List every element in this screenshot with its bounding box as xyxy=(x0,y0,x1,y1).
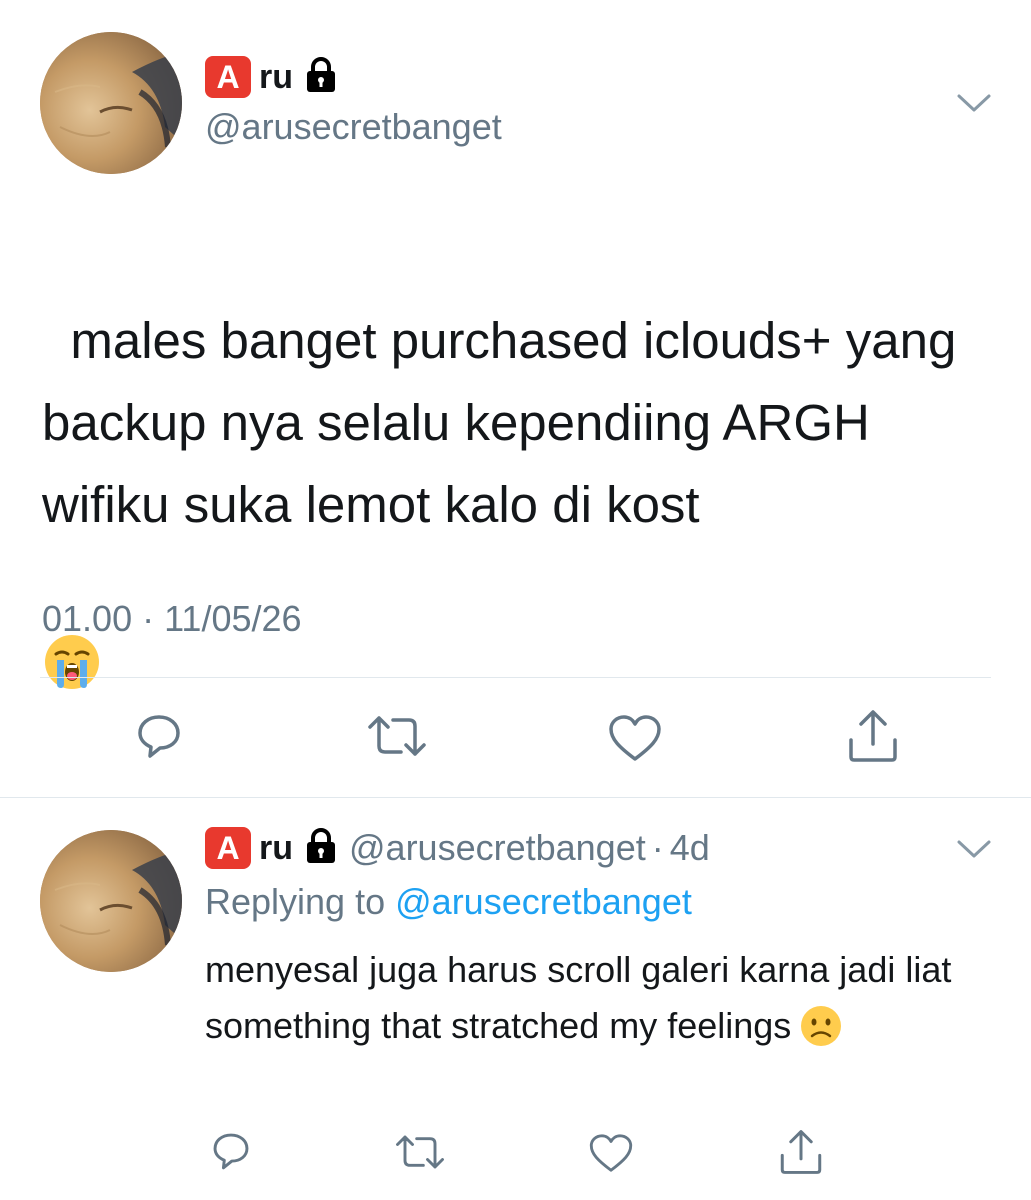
cat-photo-icon xyxy=(40,32,182,174)
reply-age: 4d xyxy=(669,827,710,868)
divider xyxy=(40,677,991,678)
lock-icon xyxy=(305,827,337,869)
a-letter-badge-icon: A xyxy=(205,56,251,98)
replying-prefix: Replying to xyxy=(205,881,386,922)
retweet-icon[interactable] xyxy=(366,712,428,760)
reply-text: menyesal juga harus scroll galeri karna … xyxy=(205,942,1005,1054)
replying-to-line: Replying to @arusecretbanget xyxy=(205,881,692,923)
avatar[interactable] xyxy=(40,830,182,972)
tweet-timestamp[interactable]: 01.00 · 11/05/26 xyxy=(42,598,302,640)
chevron-down-icon[interactable] xyxy=(956,92,992,114)
divider xyxy=(0,797,1031,798)
author-name-row[interactable]: A ru xyxy=(205,56,337,98)
display-name: ru xyxy=(259,828,293,867)
frowning-face-icon xyxy=(801,1006,842,1046)
share-icon[interactable] xyxy=(846,708,900,764)
tweet-body: males banget purchased iclouds+ yang bac… xyxy=(42,312,971,533)
meta-separator: · xyxy=(651,827,664,868)
avatar[interactable] xyxy=(40,32,182,174)
retweet-icon[interactable] xyxy=(394,1132,446,1172)
tweet-text: males banget purchased iclouds+ yang bac… xyxy=(42,218,1002,774)
author-handle[interactable]: @arusecretbanget xyxy=(205,106,502,148)
lock-icon xyxy=(305,56,337,98)
share-icon[interactable] xyxy=(778,1128,824,1176)
heart-icon[interactable] xyxy=(588,1132,634,1174)
reply-author-row[interactable]: A ru @arusecretbanget · 4d xyxy=(205,827,710,869)
loudly-crying-face-icon xyxy=(45,635,99,689)
a-letter-badge-icon: A xyxy=(205,827,251,869)
cat-photo-icon xyxy=(40,830,182,972)
reply-icon[interactable] xyxy=(134,711,184,761)
heart-icon[interactable] xyxy=(607,713,663,763)
display-name: ru xyxy=(259,57,293,96)
reply-icon[interactable] xyxy=(210,1130,252,1172)
chevron-down-icon[interactable] xyxy=(956,838,992,860)
reply-handle: @arusecretbanget xyxy=(349,827,646,868)
replying-mention-link[interactable]: @arusecretbanget xyxy=(395,881,692,922)
